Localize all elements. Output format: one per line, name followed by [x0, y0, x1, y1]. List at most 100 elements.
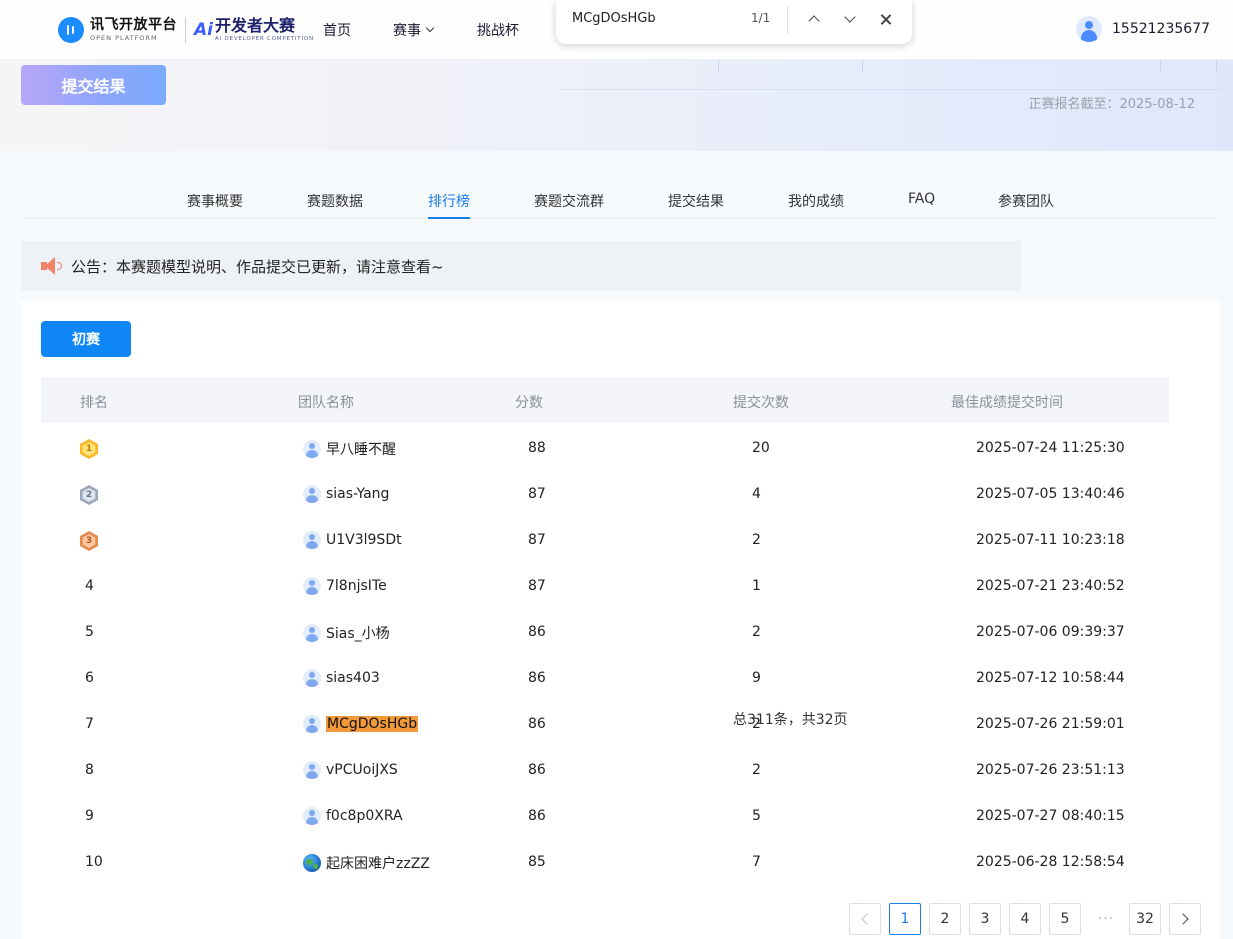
- best-time: 2025-07-05 13:40:46: [976, 486, 1125, 502]
- contest-tabs: 赛事概要 赛题数据 排行榜 赛题交流群 提交结果 我的成绩 FAQ 参赛团队: [24, 177, 1218, 219]
- announcement-text: 公告：本赛题模型说明、作品提交已更新，请注意查看~: [71, 257, 444, 276]
- header-team: 团队名称: [298, 395, 354, 411]
- submit-count: 1: [752, 578, 761, 594]
- user-menu[interactable]: 15521235677: [1076, 16, 1210, 42]
- close-icon[interactable]: [874, 8, 898, 32]
- team-cell: f0c8p0XRA: [303, 807, 403, 825]
- team-name: 7l8njsITe: [326, 578, 387, 594]
- bronze-medal-icon: 3: [79, 531, 99, 551]
- team-cell: MCgDOsHGb: [303, 715, 419, 733]
- find-input[interactable]: MCgDOsHGb: [572, 11, 656, 26]
- announcement-bar: 公告：本赛题模型说明、作品提交已更新，请注意查看~: [21, 241, 1021, 291]
- rank: 6: [85, 670, 94, 686]
- page-5-button[interactable]: 5: [1049, 903, 1081, 935]
- more-pages-icon[interactable]: ···: [1091, 903, 1121, 935]
- tab-teams[interactable]: 参赛团队: [998, 191, 1054, 211]
- submit-count: 9: [752, 670, 761, 686]
- chevron-right-icon[interactable]: [1169, 903, 1201, 935]
- speaker-icon: [41, 256, 63, 276]
- find-divider: [787, 6, 788, 34]
- score: 87: [528, 532, 546, 548]
- header-submit-count: 提交次数: [733, 395, 789, 411]
- tab-my-score[interactable]: 我的成绩: [788, 191, 844, 211]
- score: 86: [528, 716, 546, 732]
- team-avatar-icon: [303, 669, 321, 687]
- team-cell: 早八睡不醒: [303, 439, 396, 459]
- tab-dataset[interactable]: 赛题数据: [307, 191, 363, 211]
- tab-faq[interactable]: FAQ: [908, 191, 935, 207]
- submit-count: 2: [752, 762, 761, 778]
- chevron-left-icon[interactable]: [849, 903, 881, 935]
- rank: 5: [85, 624, 94, 640]
- team-name: f0c8p0XRA: [326, 808, 403, 824]
- page-last-button[interactable]: 32: [1129, 903, 1161, 935]
- page-2-button[interactable]: 2: [929, 903, 961, 935]
- score: 86: [528, 808, 546, 824]
- contest-subtitle: AI DEVELOPER COMPETITION: [214, 35, 314, 42]
- table-row: 8 vPCUoiJXS 86 2 2025-07-26 23:51:13: [41, 748, 1169, 794]
- nav-home[interactable]: 首页: [323, 20, 351, 40]
- submit-count: 2: [752, 532, 761, 548]
- score: 87: [528, 578, 546, 594]
- score: 86: [528, 624, 546, 640]
- team-avatar-icon: [303, 577, 321, 595]
- logo[interactable]: 讯飞开放平台 OPEN PLATFORM Ai 开发者大赛 AI DEVELOP…: [58, 14, 314, 46]
- team-avatar-icon: [303, 440, 321, 458]
- table-row: 6 sias403 86 9 2025-07-12 10:58:44: [41, 656, 1169, 702]
- header-rank: 排名: [80, 395, 108, 411]
- header-score: 分数: [515, 395, 543, 411]
- page-1-button[interactable]: 1: [889, 903, 921, 935]
- user-avatar-icon: [1076, 16, 1102, 42]
- nav-challenge-cup[interactable]: 挑战杯: [477, 20, 519, 40]
- team-avatar-icon: [303, 715, 321, 733]
- chevron-down-icon: [425, 23, 435, 33]
- page-4-button[interactable]: 4: [1009, 903, 1041, 935]
- team-name: 早八睡不醒: [326, 442, 396, 458]
- leaderboard-card: 初赛 排名 团队名称 分数 提交次数 最佳成绩提交时间 1 早八睡不醒 88 2…: [21, 301, 1220, 939]
- submit-count: 20: [752, 440, 770, 456]
- best-time: 2025-07-24 11:25:30: [976, 440, 1125, 456]
- tab-discussion-group[interactable]: 赛题交流群: [534, 191, 604, 211]
- best-time: 2025-07-21 23:40:52: [976, 578, 1125, 594]
- header-best-time: 最佳成绩提交时间: [951, 395, 1063, 411]
- table-row: 5 Sias_小杨 86 2 2025-07-06 09:39:37: [41, 610, 1169, 656]
- nav-events-label: 赛事: [393, 23, 421, 39]
- silver-medal-icon: 2: [79, 485, 99, 505]
- team-name: sias403: [326, 670, 380, 686]
- find-previous-icon[interactable]: [802, 8, 826, 32]
- tab-leaderboard[interactable]: 排行榜: [428, 191, 470, 211]
- logo-en: OPEN PLATFORM: [90, 34, 158, 43]
- team-cell: sias403: [303, 669, 380, 687]
- table-row: 10 起床困难户zzZZ 85 7 2025-06-28 12:58:54: [41, 840, 1169, 886]
- table-row: 3 U1V3l9SDt 87 2 2025-07-11 10:23:18: [41, 518, 1169, 564]
- best-time: 2025-07-26 21:59:01: [976, 716, 1125, 732]
- score: 85: [528, 854, 546, 870]
- table-header: 排名 团队名称 分数 提交次数 最佳成绩提交时间: [41, 377, 1169, 423]
- nav-home-label: 首页: [323, 23, 351, 39]
- team-name: U1V3l9SDt: [326, 532, 402, 548]
- team-avatar-icon: [303, 624, 321, 642]
- table-row: 2 sias-Yang 87 4 2025-07-05 13:40:46: [41, 472, 1169, 518]
- tab-submit-result[interactable]: 提交结果: [668, 191, 724, 211]
- team-avatar-icon: [303, 531, 321, 549]
- logo-cn: 讯飞开放平台: [90, 17, 177, 34]
- gold-medal-icon: 1: [79, 439, 99, 459]
- preliminary-round-button[interactable]: 初赛: [41, 321, 131, 357]
- active-tab-indicator: [428, 217, 470, 219]
- team-name: sias-Yang: [326, 486, 390, 502]
- score: 86: [528, 762, 546, 778]
- rank: 8: [85, 762, 94, 778]
- nav-events[interactable]: 赛事: [393, 20, 435, 40]
- user-phone: 15521235677: [1112, 21, 1210, 37]
- tab-overview[interactable]: 赛事概要: [187, 191, 243, 211]
- find-next-icon[interactable]: [838, 8, 862, 32]
- main-content: 赛事概要 赛题数据 排行榜 赛题交流群 提交结果 我的成绩 FAQ 参赛团队 公…: [0, 151, 1233, 939]
- submit-result-button[interactable]: 提交结果: [21, 65, 166, 105]
- best-time: 2025-07-12 10:58:44: [976, 670, 1125, 686]
- page-3-button[interactable]: 3: [969, 903, 1001, 935]
- registration-deadline: 正赛报名截至：2025-08-12: [1028, 97, 1195, 112]
- team-name: Sias_小杨: [326, 626, 390, 642]
- team-cell: sias-Yang: [303, 485, 389, 503]
- team-cell: vPCUoiJXS: [303, 761, 398, 779]
- rank: 10: [85, 854, 103, 870]
